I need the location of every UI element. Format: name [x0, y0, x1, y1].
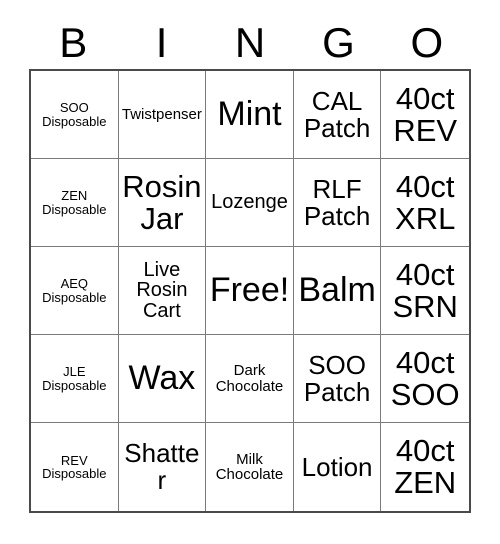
bingo-cell-label: Milk Chocolate — [215, 450, 284, 483]
bingo-header-row: B I N G O — [29, 18, 471, 68]
bingo-cell-label: Mint — [217, 95, 282, 134]
bingo-header-letter-n: N — [234, 19, 266, 66]
bingo-cell[interactable]: RLF Patch — [293, 159, 382, 247]
bingo-cell[interactable]: Live Rosin Cart — [118, 247, 207, 335]
bingo-cell-label: ZEN Disposable — [42, 188, 107, 217]
bingo-cell-label: Shatter — [124, 438, 200, 495]
bingo-cell[interactable]: Twistpenser — [118, 71, 207, 159]
bingo-cell[interactable]: REV Disposable — [31, 423, 119, 511]
bingo-cell[interactable]: Lozenge — [206, 159, 294, 247]
bingo-cell-label: SOO Disposable — [42, 100, 107, 129]
bingo-cell[interactable]: Wax — [118, 335, 207, 423]
bingo-cell[interactable]: Lotion — [293, 423, 382, 511]
bingo-cell[interactable]: AEQ Disposable — [31, 247, 119, 335]
bingo-cell-label: Dark Chocolate — [215, 362, 284, 395]
bingo-cell-label: Wax — [128, 359, 196, 398]
bingo-cell[interactable]: CAL Patch — [293, 71, 382, 159]
bingo-header-letter-g: G — [322, 19, 355, 66]
bingo-cell-label: Lozenge — [211, 191, 288, 214]
bingo-cell[interactable]: ZEN Disposable — [31, 159, 119, 247]
bingo-cell[interactable]: Mint — [206, 71, 294, 159]
bingo-cell-label: Lotion — [301, 451, 373, 482]
bingo-cell[interactable]: Milk Chocolate — [206, 423, 294, 511]
bingo-cell[interactable]: 40ct REV — [381, 71, 469, 159]
bingo-cell-label: JLE Disposable — [42, 364, 107, 393]
bingo-cell-label: SOO Patch — [303, 349, 371, 407]
bingo-grid: SOO Disposable Twistpenser Mint CAL Patch 40… — [29, 69, 471, 513]
bingo-header-letter-o: O — [410, 19, 444, 66]
bingo-cell-label: Twistpenser — [121, 105, 202, 123]
bingo-cell-label: 40ct ZEN — [394, 433, 457, 500]
bingo-cell[interactable]: Free! — [206, 247, 294, 335]
bingo-cell-label: Free! — [209, 271, 290, 310]
bingo-cell[interactable]: 40ct SRN — [381, 247, 469, 335]
bingo-cell[interactable]: Dark Chocolate — [206, 335, 294, 423]
bingo-cell-label: 40ct SOO — [390, 344, 460, 412]
bingo-cell-label: 40ct SRN — [392, 256, 458, 324]
bingo-cell-label: Live Rosin Cart — [136, 258, 188, 322]
bingo-cell[interactable]: JLE Disposable — [31, 335, 119, 423]
bingo-cell[interactable]: Shatter — [118, 423, 207, 511]
bingo-cell-label: Balm — [298, 271, 376, 310]
bingo-cell[interactable]: Balm — [293, 247, 382, 335]
bingo-cell-label: 40ct REV — [393, 80, 458, 148]
bingo-cell-label: RLF Patch — [303, 173, 371, 231]
bingo-cell[interactable]: 40ct XRL — [381, 159, 469, 247]
bingo-cell[interactable]: 40ct SOO — [381, 335, 469, 423]
bingo-cell[interactable]: SOO Patch — [293, 335, 382, 423]
bingo-cell[interactable]: Rosin Jar — [118, 159, 207, 247]
bingo-header-letter-i: I — [155, 19, 168, 66]
bingo-cell-label: AEQ Disposable — [42, 276, 107, 305]
bingo-cell-label: CAL Patch — [303, 85, 371, 143]
bingo-header-letter-b: B — [59, 19, 88, 66]
bingo-cell-label: 40ct XRL — [395, 168, 456, 236]
bingo-cell[interactable]: SOO Disposable — [31, 71, 119, 159]
bingo-cell[interactable]: 40ct ZEN — [381, 423, 469, 511]
bingo-cell-label: REV Disposable — [42, 452, 107, 481]
bingo-cell-label: Rosin Jar — [122, 168, 202, 236]
bingo-card: B I N G O SOO Disposable Twistpenser Mint C… — [0, 0, 500, 544]
